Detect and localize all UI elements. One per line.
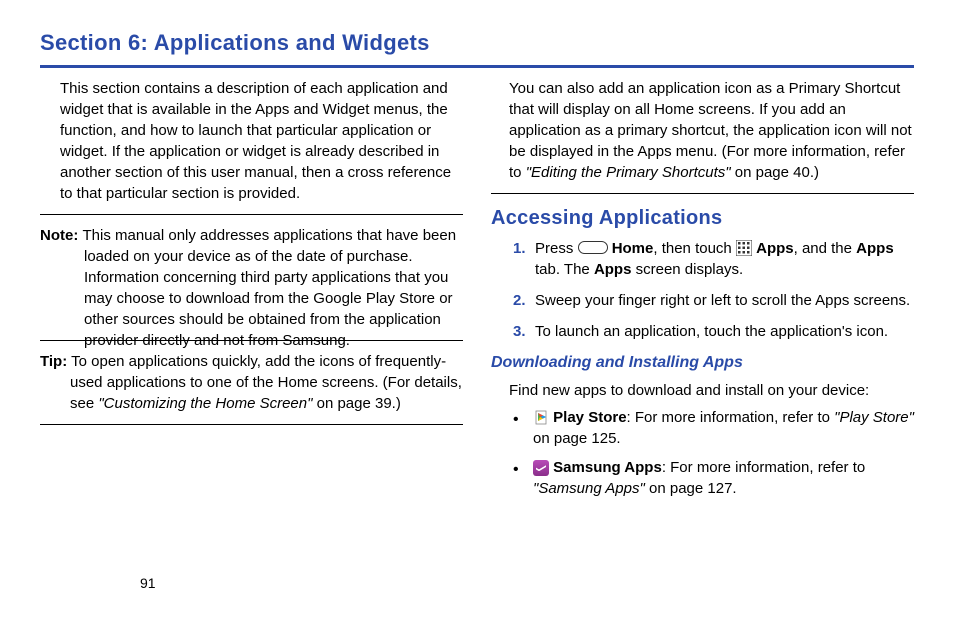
bullet-text: : For more information, refer to [627,409,835,426]
bullet-text-2: on page 125. [533,430,621,447]
note-text: This manual only addresses applications … [83,227,457,349]
bullet-ref: "Samsung Apps" [533,480,645,497]
divider [491,193,914,194]
left-column: This section contains a description of e… [40,78,463,507]
bullet-play-store: • Play Store: For more information, refe… [511,407,914,449]
top-paragraph: You can also add an application icon as … [509,78,914,183]
step-2: 2. Sweep your finger right or left to sc… [513,290,914,311]
downloading-subhead: Downloading and Installing Apps [491,352,914,374]
step-text: Press [535,240,578,257]
step-text: , then touch [653,240,736,257]
step-text: screen displays. [631,261,743,278]
bullet-dot: • [513,459,519,481]
step-text: To launch an application, touch the appl… [535,323,888,340]
step-number: 1. [513,238,526,259]
apps-label-2: Apps [856,240,894,257]
home-label: Home [612,240,654,257]
find-text: Find new apps to download and install on… [509,380,914,401]
tip-label: Tip: [40,353,67,370]
step-text: , and the [794,240,857,257]
bullet-ref: "Play Store" [834,409,914,426]
intro-paragraph: This section contains a description of e… [60,78,463,204]
step-1: 1. Press Home, then touch Apps, and the … [513,238,914,280]
apps-icon [736,240,752,256]
divider [40,424,463,425]
section-header: Section 6: Applications and Widgets [40,28,914,59]
tip-block: Tip: To open applications quickly, add t… [40,351,463,414]
right-column: You can also add an application icon as … [491,78,914,507]
samsung-apps-icon [533,460,549,476]
bullet-title: Samsung Apps [553,459,662,476]
tip-reference: "Customizing the Home Screen" [98,395,312,412]
step-text: tab. The [535,261,594,278]
note-label: Note: [40,227,83,244]
apps-label-3: Apps [594,261,632,278]
tip-text-2: on page 39.) [312,395,400,412]
bullet-text: : For more information, refer to [662,459,865,476]
header-rule [40,65,914,68]
top-text-2: on page 40.) [731,164,819,181]
step-number: 3. [513,321,526,342]
accessing-heading: Accessing Applications [491,204,914,232]
divider [40,214,463,215]
top-reference: "Editing the Primary Shortcuts" [526,164,731,181]
step-3: 3. To launch an application, touch the a… [513,321,914,342]
bullets-list: • Play Store: For more information, refe… [511,407,914,499]
bullet-dot: • [513,409,519,431]
bullet-text-2: on page 127. [645,480,737,497]
content-columns: This section contains a description of e… [40,78,914,507]
bullet-title: Play Store [553,409,626,426]
page-number: 91 [140,574,156,594]
play-store-icon [533,410,549,426]
step-text: Sweep your finger right or left to scrol… [535,292,910,309]
step-number: 2. [513,290,526,311]
apps-label: Apps [756,240,794,257]
steps-list: 1. Press Home, then touch Apps, and the … [513,238,914,342]
note-block: Note: This manual only addresses applica… [40,225,463,351]
home-icon [578,241,608,254]
bullet-samsung-apps: • Samsung Apps: For more information, re… [511,457,914,499]
